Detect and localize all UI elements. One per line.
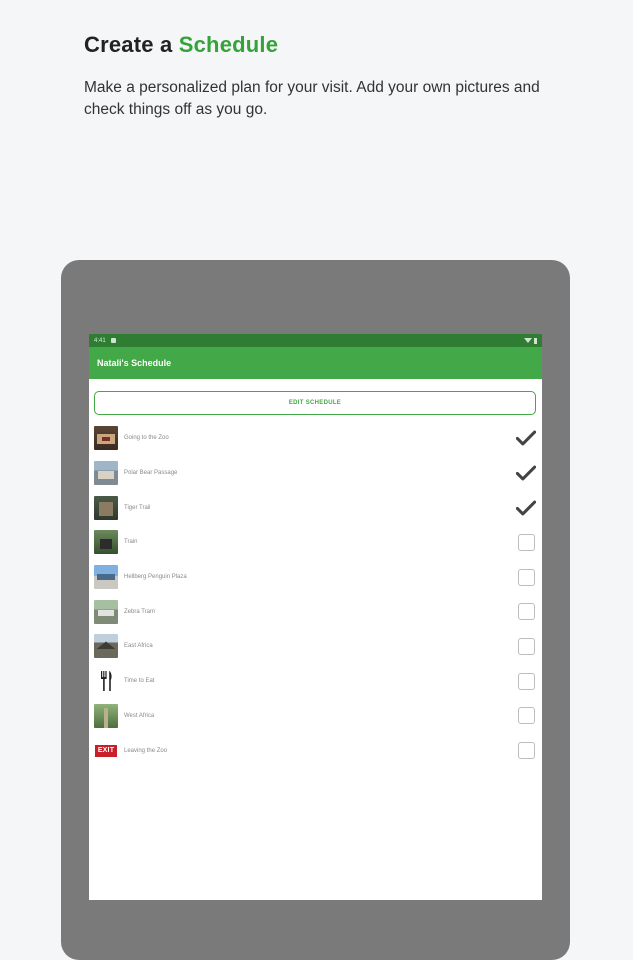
checkbox[interactable] xyxy=(516,636,536,656)
checkbox[interactable] xyxy=(516,602,536,622)
train-photo xyxy=(94,530,118,555)
penguin-plaza-photo xyxy=(94,565,118,590)
app-bar-title: Natali's Schedule xyxy=(97,358,172,368)
page-headline: Create a Schedule xyxy=(84,32,278,58)
status-bar: 4:41 xyxy=(89,334,542,347)
edit-schedule-button[interactable]: EDIT SCHEDULE xyxy=(94,391,536,415)
schedule-item[interactable]: Polar Bear Passage xyxy=(89,456,542,491)
tiger-trail-photo xyxy=(94,495,118,520)
east-africa-photo xyxy=(94,634,118,659)
empty-checkbox-icon xyxy=(517,707,535,725)
edit-schedule-label: EDIT SCHEDULE xyxy=(288,400,342,406)
schedule-list: Going to the Zoo Polar Bear Passage Tiger … xyxy=(89,421,542,768)
checkmark-icon[interactable] xyxy=(516,498,536,518)
headline-accent: Schedule xyxy=(178,32,279,57)
schedule-item-label: Time to Eat xyxy=(124,678,155,685)
schedule-item[interactable]: Train xyxy=(89,525,542,560)
checkbox[interactable] xyxy=(516,741,536,761)
exit-sign-text: EXIT xyxy=(95,744,117,757)
schedule-item-label: Train xyxy=(124,539,138,546)
checkbox[interactable] xyxy=(516,532,536,552)
schedule-item-label: Tiger Trail xyxy=(124,504,151,511)
schedule-item-label: East Africa xyxy=(124,643,153,650)
battery-icon xyxy=(534,337,537,344)
polar-bear-photo xyxy=(94,461,118,486)
checkbox[interactable] xyxy=(516,671,536,691)
schedule-item[interactable]: Time to Eat xyxy=(89,664,542,699)
schedule-item-label: Hellberg Penguin Plaza xyxy=(124,574,187,581)
notification-icon xyxy=(110,338,116,343)
checkmark-icon[interactable] xyxy=(516,463,536,483)
west-africa-photo xyxy=(94,703,118,728)
checkbox[interactable] xyxy=(516,567,536,587)
wifi-icon xyxy=(524,338,532,343)
zoo-entrance-photo xyxy=(94,426,118,451)
page-subtitle: Make a personalized plan for your visit.… xyxy=(84,79,540,118)
checkbox[interactable] xyxy=(516,706,536,726)
exit-sign-icon: EXIT xyxy=(94,738,118,763)
schedule-item[interactable]: Hellberg Penguin Plaza xyxy=(89,560,542,595)
empty-checkbox-icon xyxy=(517,742,535,760)
empty-checkbox-icon xyxy=(517,568,535,586)
headline-prefix: Create a xyxy=(84,32,173,57)
status-time: 4:41 xyxy=(94,337,106,344)
schedule-item[interactable]: Going to the Zoo xyxy=(89,421,542,456)
schedule-item-label: Going to the Zoo xyxy=(124,435,169,442)
empty-checkbox-icon xyxy=(517,533,535,551)
fork-knife-icon xyxy=(94,669,118,694)
schedule-item-label: Leaving the Zoo xyxy=(124,747,168,754)
empty-checkbox-icon xyxy=(517,672,535,690)
schedule-item-label: Zebra Tram xyxy=(124,608,156,615)
empty-checkbox-icon xyxy=(517,637,535,655)
schedule-item[interactable]: EXIT Leaving the Zoo xyxy=(89,733,542,768)
schedule-item[interactable]: Tiger Trail xyxy=(89,490,542,525)
schedule-item[interactable]: Zebra Tram xyxy=(89,594,542,629)
zebra-tram-photo xyxy=(94,599,118,624)
checkmark-icon[interactable] xyxy=(516,428,536,448)
schedule-item-label: Polar Bear Passage xyxy=(124,470,178,477)
empty-checkbox-icon xyxy=(517,603,535,621)
app-bar: Natali's Schedule xyxy=(89,347,542,379)
schedule-item[interactable]: East Africa xyxy=(89,629,542,664)
app-screen: 4:41 Natali's Schedule EDIT SCHEDULE Goi… xyxy=(89,334,542,900)
schedule-item-label: West Africa xyxy=(124,712,155,719)
schedule-item[interactable]: West Africa xyxy=(89,699,542,734)
